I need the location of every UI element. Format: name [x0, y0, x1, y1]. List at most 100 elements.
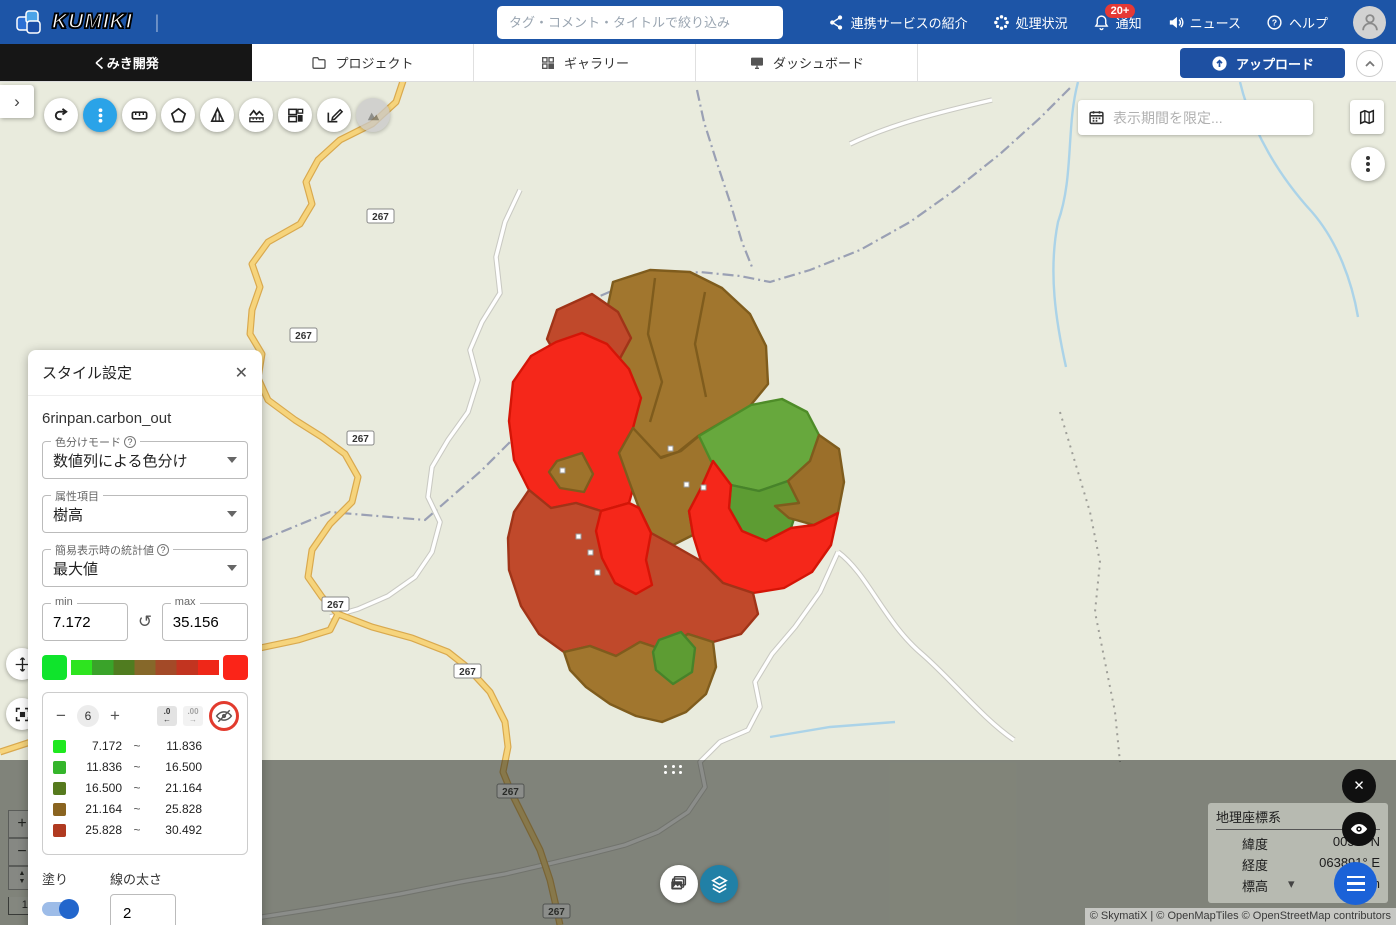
line-width-input[interactable]	[110, 894, 176, 925]
visibility-button[interactable]	[1342, 812, 1376, 846]
class-swatch[interactable]	[53, 740, 66, 753]
menu-item-news[interactable]: ニュース	[1167, 13, 1241, 32]
basemap-style-button[interactable]	[1350, 100, 1384, 134]
app: KUMIKI | 連携サービスの紹介 処理状況 通知 20+ ニュース	[0, 0, 1396, 925]
brand-divider: |	[155, 12, 160, 33]
ramp-start-swatch[interactable]	[42, 655, 67, 680]
drawer-drag-handle[interactable]	[664, 765, 684, 774]
cone-icon	[208, 106, 227, 125]
person-icon	[1359, 11, 1381, 33]
map-icon	[1358, 108, 1376, 126]
terrain-icon	[364, 106, 383, 125]
collapse-header-button[interactable]	[1356, 50, 1383, 77]
kumiki-logo-icon	[14, 8, 44, 36]
elevation-profile-button[interactable]	[239, 98, 273, 132]
class-row: 11.836~16.500	[53, 760, 237, 774]
min-field[interactable]: min	[42, 603, 128, 641]
panel-title: スタイル設定	[42, 362, 132, 383]
max-input[interactable]	[163, 604, 247, 640]
hamburger-icon	[1347, 876, 1365, 879]
attribute-select[interactable]: 属性項目 樹高	[42, 495, 248, 533]
help-icon: ?	[1266, 14, 1283, 31]
layout-button[interactable]	[278, 98, 312, 132]
max-field[interactable]: max	[162, 603, 248, 641]
calendar-icon	[1088, 109, 1105, 126]
ramp-end-swatch[interactable]	[223, 655, 248, 680]
reset-range-button[interactable]: ↺	[134, 612, 156, 632]
tab-projects[interactable]: プロジェクト	[252, 44, 474, 81]
class-row: 16.500~21.164	[53, 781, 237, 795]
close-drawer-button[interactable]: ✕	[1342, 769, 1376, 803]
date-filter[interactable]	[1078, 100, 1313, 135]
menu-item-processing[interactable]: 処理状況	[993, 13, 1068, 32]
hide-classes-button[interactable]	[209, 701, 239, 731]
ruler-icon	[130, 106, 149, 125]
forest-stand-polygons[interactable]	[508, 270, 844, 722]
upload-button[interactable]: アップロード	[1180, 48, 1345, 78]
grid-icon	[540, 55, 556, 71]
measure-area-button[interactable]	[161, 98, 195, 132]
help-icon[interactable]: ?	[157, 544, 169, 556]
measure-length-button[interactable]	[122, 98, 156, 132]
map-options-button[interactable]	[1351, 147, 1385, 181]
class-row: 25.828~30.492	[53, 823, 237, 837]
search-input[interactable]	[497, 6, 783, 39]
chevron-down-icon	[227, 457, 237, 463]
svg-text:?: ?	[1272, 17, 1277, 27]
increase-decimals-button[interactable]: .00→	[183, 706, 203, 726]
close-panel-icon[interactable]: ✕	[235, 363, 248, 383]
increase-classes-button[interactable]: +	[105, 706, 125, 726]
pentagon-icon	[169, 106, 188, 125]
eye-off-icon	[215, 707, 233, 725]
sidebar-expand-button[interactable]: ›	[0, 85, 34, 118]
measure-volume-button[interactable]	[200, 98, 234, 132]
menu-item-services[interactable]: 連携サービスの紹介	[828, 13, 968, 32]
edit-button[interactable]	[317, 98, 351, 132]
help-icon[interactable]: ?	[124, 436, 136, 448]
chevron-right-icon: ›	[14, 92, 20, 112]
topbar-menu: 連携サービスの紹介 処理状況 通知 20+ ニュース ? ヘルプ	[828, 0, 1386, 44]
gallery-layers-button[interactable]	[660, 865, 698, 903]
notification-badge: 20+	[1105, 4, 1136, 18]
class-swatch[interactable]	[53, 824, 66, 837]
layers-icon	[709, 874, 730, 895]
fab-menu-button[interactable]	[1334, 862, 1377, 905]
kumiki-logo[interactable]: KUMIKI |	[0, 8, 159, 36]
min-input[interactable]	[43, 604, 127, 640]
class-row: 7.172~11.836	[53, 739, 237, 753]
statistic-select[interactable]: 簡易表示時の統計値? 最大値	[42, 549, 248, 587]
class-swatch[interactable]	[53, 761, 66, 774]
chevron-down-icon	[227, 511, 237, 517]
tab-gallery[interactable]: ギャラリー	[474, 44, 696, 81]
menu-item-notifications[interactable]: 通知 20+	[1093, 13, 1142, 32]
layers-button[interactable]	[700, 865, 738, 903]
folder-icon	[311, 55, 327, 71]
svg-text:267: 267	[327, 600, 344, 611]
menu-item-help[interactable]: ? ヘルプ	[1266, 13, 1328, 32]
decrease-decimals-button[interactable]: .0←	[157, 706, 177, 726]
fill-toggle[interactable]	[42, 902, 76, 916]
stream-lines	[770, 82, 1358, 737]
style-settings-panel: スタイル設定 ✕ 6rinpan.carbon_out 色分けモード? 数値列に…	[28, 350, 262, 925]
svg-text:267: 267	[295, 331, 312, 342]
tab-workspace[interactable]: くみき開発	[0, 44, 252, 81]
color-ramp	[71, 660, 219, 675]
date-range-input[interactable]	[1113, 110, 1283, 126]
edit-icon	[325, 106, 344, 125]
chevron-down-icon	[227, 565, 237, 571]
tab-dashboard[interactable]: ダッシュボード	[696, 44, 918, 81]
map-canvas[interactable]: 267 267 267 267 267 267 267 + − ▲▼ 100 m…	[0, 82, 1396, 925]
speaker-icon	[1167, 14, 1184, 31]
class-swatch[interactable]	[53, 782, 66, 795]
undo-button[interactable]	[44, 98, 78, 132]
svg-text:267: 267	[352, 434, 369, 445]
undo-icon	[52, 106, 71, 125]
vertex-tool-button[interactable]	[83, 98, 117, 132]
class-swatch[interactable]	[53, 803, 66, 816]
class-row: 21.164~25.828	[53, 802, 237, 816]
color-mode-select[interactable]: 色分けモード? 数値列による色分け	[42, 441, 248, 479]
terrain-tool-button[interactable]	[356, 98, 390, 132]
eye-icon	[1349, 819, 1369, 839]
user-avatar[interactable]	[1353, 6, 1386, 39]
decrease-classes-button[interactable]: −	[51, 706, 71, 726]
